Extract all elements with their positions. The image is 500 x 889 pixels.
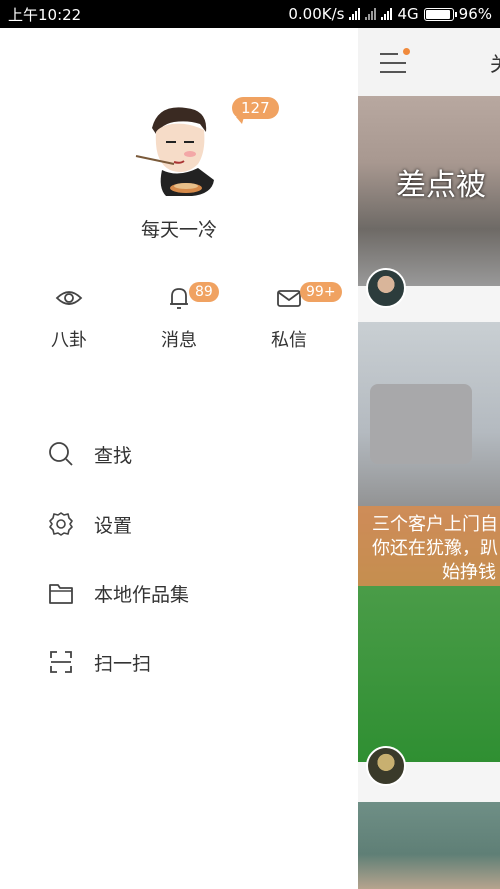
author-avatar-2[interactable] — [366, 746, 406, 786]
menu-item-scan[interactable]: 扫一扫 — [48, 642, 151, 682]
van-shape — [370, 384, 472, 464]
network-type: 4G — [397, 5, 419, 23]
menu-item-label: 查找 — [94, 444, 133, 467]
feed-tab-partial[interactable]: 关 — [490, 48, 500, 77]
battery-icon — [423, 7, 457, 21]
side-drawer: 127 每天一冷 八卦 89 消息 99+ 私信 查找 设置 本地作品集 扫一扫 — [0, 28, 358, 889]
author-avatar-1[interactable] — [366, 268, 406, 308]
cartoon-avatar-icon — [128, 98, 230, 200]
quick-action-messages[interactable]: 89 消息 — [134, 282, 224, 352]
battery-fill — [425, 9, 450, 19]
scan-icon — [50, 651, 72, 673]
avatar-count-badge[interactable]: 127 — [232, 97, 279, 124]
eye-icon — [55, 291, 83, 305]
menu-item-label: 扫一扫 — [94, 652, 152, 675]
direct-messages-badge: 99+ — [300, 282, 342, 302]
quick-action-gossip[interactable]: 八卦 — [24, 284, 114, 352]
feed-header: 关 — [358, 28, 500, 96]
feed-post-2-caption: 三个客户上门自 你还在犹豫，趴 始挣钱 — [358, 506, 500, 586]
folder-icon — [49, 584, 73, 604]
signal-2-icon — [365, 8, 377, 20]
quick-action-label: 八卦 — [51, 330, 87, 351]
caption-line-3: 始挣钱 — [442, 562, 496, 583]
status-time: 上午10:22 — [8, 5, 82, 24]
menu-item-label: 本地作品集 — [94, 583, 190, 606]
quick-action-direct-messages[interactable]: 99+ 私信 — [244, 282, 342, 352]
status-bar: 上午10:22 0.00K/s 4G 96% — [0, 0, 500, 28]
feed-post-image-3[interactable] — [358, 802, 500, 889]
gear-icon — [49, 512, 73, 536]
feed-background: 关 差点被 三个客户上门自 你还在犹豫，趴 始挣钱 — [358, 28, 500, 889]
network-speed: 0.00K/s — [288, 5, 345, 23]
avatar[interactable] — [128, 98, 230, 200]
menu-item-label: 设置 — [94, 514, 133, 537]
menu-item-settings[interactable]: 设置 — [48, 504, 132, 544]
username[interactable]: 每天一冷 — [0, 215, 358, 242]
mail-icon — [277, 290, 301, 307]
signal-icon — [349, 8, 361, 20]
caption-line-2: 你还在犹豫，趴 — [372, 538, 498, 559]
menu-item-search[interactable]: 查找 — [48, 434, 132, 474]
signal-3-icon — [381, 8, 393, 20]
messages-badge: 89 — [189, 282, 219, 302]
status-right: 0.00K/s 4G 96% — [288, 5, 492, 23]
quick-action-label: 私信 — [271, 330, 307, 351]
menu-item-local-works[interactable]: 本地作品集 — [48, 573, 189, 613]
quick-action-label: 消息 — [161, 330, 197, 351]
notification-dot — [403, 48, 410, 55]
battery-percent: 96% — [458, 5, 492, 23]
search-icon — [49, 442, 73, 466]
feed-post-1-text: 差点被 — [396, 168, 486, 203]
caption-line-1: 三个客户上门自 — [372, 514, 498, 535]
